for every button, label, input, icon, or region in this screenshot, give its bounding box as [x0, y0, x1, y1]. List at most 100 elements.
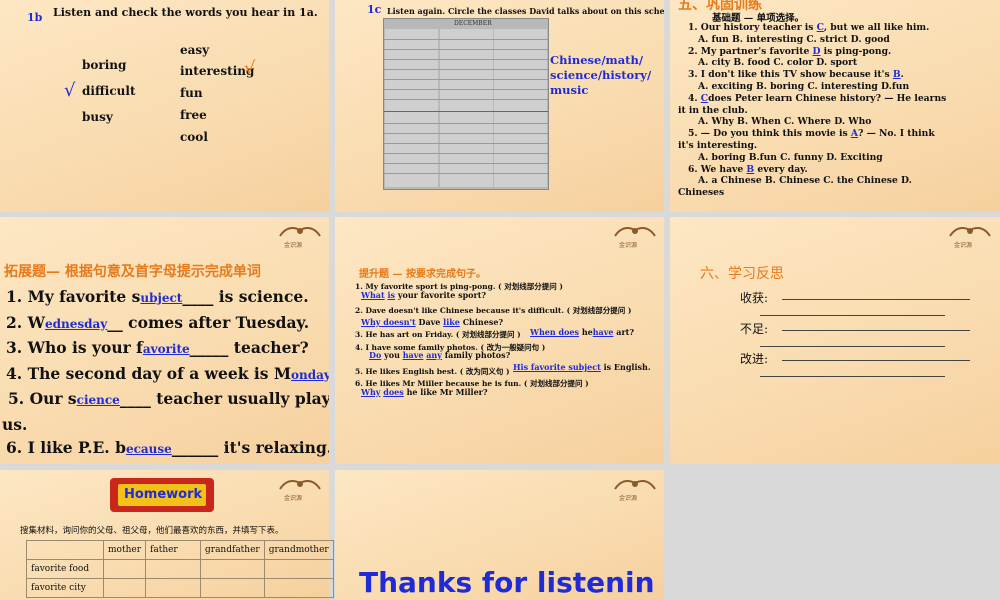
options-line: A. a Chinese B. Chinese C. the Chinese D…	[698, 175, 912, 187]
word-difficult: difficult	[82, 84, 136, 98]
answer: onday	[291, 367, 329, 382]
word-busy: busy	[82, 110, 113, 124]
slide-3[interactable]: 五、巩固训练 基础题 — 单项选择。 1. Our history teache…	[670, 0, 1000, 212]
check-mark: √	[64, 80, 76, 101]
slide-tag: 1b	[27, 11, 43, 24]
options-line: A. city B. food C. color D. sport	[698, 57, 858, 69]
logo-caption: 金识源	[284, 242, 303, 249]
answer-line[interactable]	[760, 346, 945, 347]
slide-6[interactable]: 金识源 六、学习反思 收获: 不足: 改进:	[670, 217, 1000, 464]
answer-line[interactable]	[760, 376, 945, 377]
logo-caption: 金识源	[619, 495, 638, 502]
answer-line: Do you have any family photos?	[369, 350, 511, 360]
answer: ecause	[125, 442, 172, 456]
logo-icon: 金识源	[613, 222, 657, 249]
question-line: it in the club.	[678, 104, 748, 116]
homework-title: Homework	[124, 487, 203, 502]
table-header: mother	[103, 540, 146, 560]
question-line: 5. — Do you think this movie is A? — No.…	[688, 128, 935, 140]
word-cool: cool	[180, 130, 208, 144]
answer-line[interactable]	[760, 315, 945, 316]
table-cell[interactable]	[200, 559, 265, 579]
question-line: 6. We have B every day.	[688, 163, 808, 175]
question-line: 2. My partner's favorite D is ping-pong.	[688, 45, 892, 57]
answer-line[interactable]	[782, 330, 970, 331]
question-list: 1. Our history teacher is C, but we all …	[678, 22, 947, 199]
answer-text: Chinese/math/ science/history/ music	[550, 53, 651, 98]
calendar-title: DECEMBER	[454, 20, 492, 27]
homework-badge: Homework	[110, 478, 214, 512]
reflection-label: 收获:	[740, 291, 769, 305]
answer-line: science/history/	[550, 68, 652, 82]
row-label: favorite city	[26, 578, 104, 598]
options-line: A. exciting B. boring C. interesting D.f…	[698, 80, 910, 92]
word-boring: boring	[82, 58, 127, 72]
answer-line: When does hehave art?	[530, 327, 635, 337]
logo-icon: 金识源	[278, 222, 322, 249]
reflection-label: 不足:	[740, 322, 769, 336]
fill-item: 3. Who is your favorite_____ teacher?	[6, 338, 309, 357]
answer: cience	[76, 393, 120, 407]
slide-1[interactable]: 1b Listen and check the words you hear i…	[0, 0, 329, 212]
answer-line: music	[550, 83, 589, 97]
table-cell[interactable]	[263, 559, 334, 579]
answer: C	[700, 92, 709, 104]
task-line: 5. He likes English best. ( 改为同义句 )	[355, 367, 510, 376]
instruction: 搜集材料，询问你的父母、祖父母，他们最喜欢的东西，并填写下表。	[20, 526, 284, 536]
answer: ubject	[140, 291, 183, 305]
answer-line[interactable]	[782, 299, 970, 300]
answer-line: What is your favorite sport?	[361, 290, 487, 300]
instruction: Listen again. Circle the classes David t…	[387, 6, 664, 16]
answer-line: Chinese/math/	[550, 53, 644, 67]
answer: B	[892, 69, 901, 81]
answer-line[interactable]	[782, 360, 970, 361]
section-heading: 拓展题— 根据句意及首字母提示完成单词	[4, 264, 261, 280]
table-header: grandmother	[263, 540, 334, 560]
table-cell[interactable]	[200, 578, 265, 598]
table-row: mother father grandfather grandmother	[26, 540, 334, 560]
word-easy: easy	[180, 43, 210, 57]
table-header	[26, 540, 104, 560]
fill-item: 6. I like P.E. because______ it's relaxi…	[6, 438, 329, 457]
thanks-text: Thanks for listenin	[359, 566, 655, 599]
reflection-label: 改进:	[740, 352, 769, 366]
slide-tag: 1c	[367, 3, 382, 16]
task-line: 3. He has art on Friday. ( 对划线部分提问 )	[355, 330, 521, 339]
options-line: A. fun B. interesting C. strict D. good	[698, 33, 890, 45]
question-line: 3. I don't like this TV show because it'…	[688, 69, 904, 81]
slide-5[interactable]: 金识源 提升题 — 按要求完成句子。 1. My favorite sport …	[335, 217, 664, 464]
question-line: 1. Our history teacher is C, but we all …	[688, 22, 930, 33]
task-line: 2. Dave doesn't like Chinese because it'…	[355, 306, 632, 315]
table-cell[interactable]	[103, 559, 146, 579]
slide-4[interactable]: 金识源 拓展题— 根据句意及首字母提示完成单词 1. My favorite s…	[0, 217, 329, 464]
table-header: grandfather	[200, 540, 265, 560]
table-cell[interactable]	[263, 578, 334, 598]
fill-item: 5. Our science____ teacher usually plays…	[8, 389, 329, 408]
answer: C	[816, 22, 824, 33]
table-row: favorite food	[26, 559, 334, 579]
options-line: Chineses	[678, 187, 725, 199]
logo-icon: 金识源	[948, 222, 992, 249]
schedule-photo: DECEMBER	[383, 18, 549, 190]
logo-icon: 金识源	[613, 475, 657, 502]
row-label: favorite food	[26, 559, 104, 579]
fill-item: 2. Wednesday__ comes after Tuesday.	[6, 312, 310, 332]
table-cell[interactable]	[145, 578, 201, 598]
question-line: 4. Cdoes Peter learn Chinese history? — …	[688, 92, 947, 104]
table-cell[interactable]	[145, 559, 201, 579]
answer-line: Why doesn't Dave like Chinese?	[361, 317, 504, 327]
slide-8[interactable]: 金识源 Thanks for listenin	[335, 470, 664, 600]
logo-caption: 金识源	[619, 242, 638, 249]
table-row: favorite city	[26, 578, 334, 598]
logo-icon: 金识源	[278, 475, 322, 502]
logo-caption: 金识源	[954, 242, 973, 249]
fill-item: 4. The second day of a week is Monday__.	[6, 363, 329, 383]
answer-line: His favorite subject is English.	[513, 362, 651, 372]
table-header: father	[145, 540, 201, 560]
logo-caption: 金识源	[284, 495, 303, 502]
answer-line: Why does he like Mr Miller?	[361, 387, 488, 397]
answer: ednesday	[45, 316, 108, 331]
instruction: Listen and check the words you hear in 1…	[53, 6, 318, 19]
check-mark: √	[244, 58, 256, 79]
table-cell[interactable]	[103, 578, 146, 598]
